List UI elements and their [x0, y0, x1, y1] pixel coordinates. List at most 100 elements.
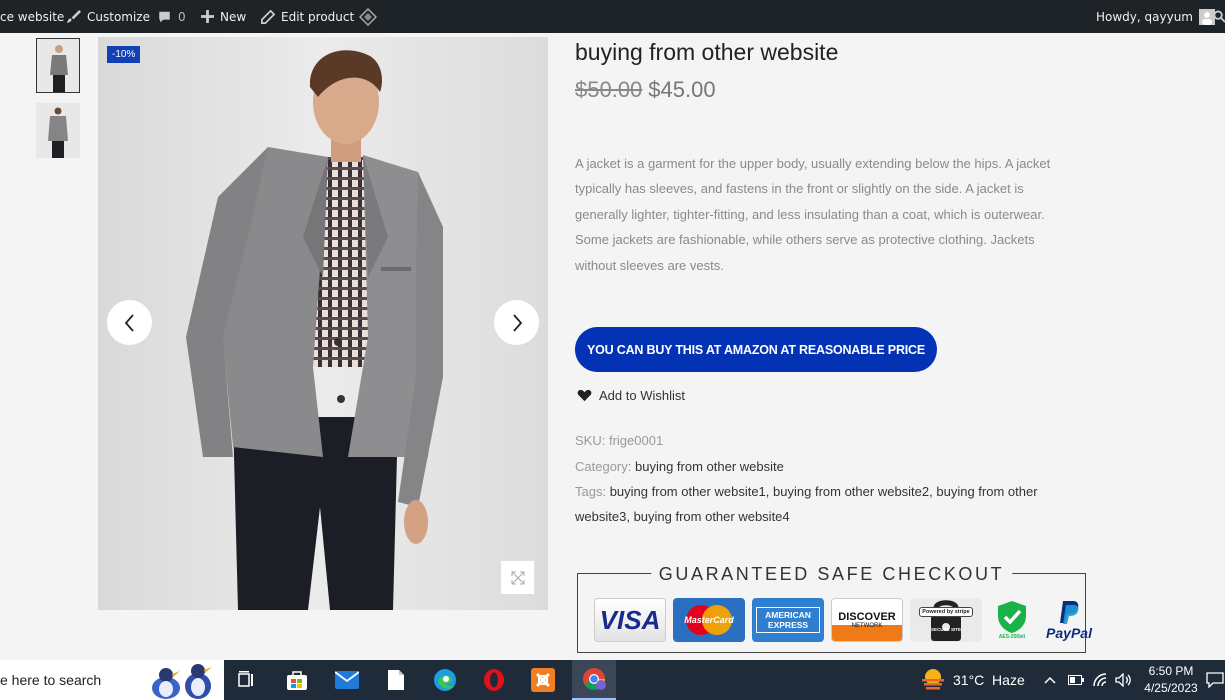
opera-browser-button[interactable]	[479, 666, 509, 694]
penguins-illustration-icon	[152, 664, 212, 699]
brush-icon	[66, 9, 81, 24]
store-button[interactable]	[282, 666, 312, 694]
jacket-thumbnail-image	[37, 39, 79, 92]
site-name-label: ce website	[0, 9, 65, 24]
payment-logos: VISA MasterCard AMERICAN EXPRESS DISCOVE…	[594, 598, 1096, 642]
search-icon	[1213, 10, 1225, 23]
battery-status[interactable]	[1064, 666, 1088, 694]
clock-time: 6:50 PM	[1148, 664, 1194, 678]
notification-icon	[1206, 672, 1224, 688]
paypal-logo: PayPal	[1042, 598, 1096, 642]
edit-product-link[interactable]: Edit product	[261, 0, 354, 33]
weather-text: 31°C Haze	[953, 672, 1025, 688]
product-title: buying from other website	[575, 39, 839, 65]
product-tags: Tags: buying from other website1, buying…	[575, 484, 1038, 524]
site-name-link[interactable]: ce website	[0, 0, 64, 33]
mastercard-logo-text: MasterCard	[684, 615, 734, 625]
tag-link[interactable]: buying from other website4	[634, 509, 790, 524]
notepad-button[interactable]	[381, 666, 411, 694]
document-icon	[388, 670, 404, 690]
tag-link[interactable]: buying from other website2	[773, 484, 929, 499]
edge-icon	[434, 669, 456, 691]
chrome-icon	[583, 668, 606, 691]
prev-image-button[interactable]	[107, 300, 152, 345]
product-price: $50.00 $45.00	[575, 77, 716, 103]
discount-badge: -10%	[107, 46, 141, 63]
admin-search[interactable]	[1213, 0, 1225, 33]
amex-logo-text: AMERICAN EXPRESS	[756, 607, 820, 633]
shield-check-icon	[998, 601, 1026, 633]
customize-link[interactable]: Customize	[66, 0, 150, 33]
windows-taskbar: e here to search 31°C Haze 6:50 PM 4/25/…	[0, 660, 1225, 700]
product-sku: SKU: frige0001	[575, 428, 1095, 453]
mail-icon	[335, 671, 359, 689]
old-price: $50.00	[575, 77, 643, 102]
customize-label: Customize	[87, 9, 150, 24]
chevron-right-icon	[512, 313, 522, 332]
pencil-icon	[261, 9, 275, 24]
sale-price: $45.00	[648, 77, 716, 102]
howdy-label: Howdy, qayyum	[1096, 9, 1193, 24]
diamond-icon	[359, 7, 377, 26]
sku-label: SKU:	[575, 433, 606, 448]
search-placeholder: e here to search	[0, 672, 102, 688]
discover-logo-text: DISCOVER	[838, 611, 896, 623]
secure-site-text: SECURE SITE	[930, 626, 961, 632]
chrome-browser-button[interactable]	[572, 660, 616, 700]
next-image-button[interactable]	[494, 300, 539, 345]
expand-icon	[511, 571, 524, 584]
paypal-icon	[1060, 601, 1079, 624]
edge-browser-button[interactable]	[430, 666, 460, 694]
notifications-button[interactable]	[1205, 666, 1225, 694]
product-page: -10% buying from other website $50.00 $45…	[0, 33, 1225, 660]
sku-value: frige0001	[608, 433, 664, 448]
tag-link[interactable]: buying from other website1	[610, 484, 766, 499]
visa-logo-text: VISA	[599, 604, 661, 635]
xampp-icon	[531, 668, 555, 692]
battery-icon	[1068, 675, 1084, 685]
xampp-button[interactable]	[528, 666, 558, 694]
opera-icon	[484, 669, 504, 691]
task-view-button[interactable]	[232, 666, 262, 694]
comments-link[interactable]: 0	[157, 0, 186, 33]
wishlist-label: Add to Wishlist	[599, 388, 685, 403]
clock[interactable]: 6:50 PM 4/25/2023	[1140, 663, 1202, 697]
chevron-up-icon	[1044, 676, 1056, 684]
add-to-wishlist-link[interactable]: Add to Wishlist	[577, 388, 685, 403]
howdy-account[interactable]: Howdy, qayyum	[1096, 0, 1215, 33]
safe-checkout-box: GUARANTEED SAFE CHECKOUT VISA MasterCard…	[577, 564, 1092, 653]
category-link[interactable]: buying from other website	[635, 459, 784, 474]
edit-product-label: Edit product	[281, 9, 355, 24]
product-main-image[interactable]: -10%	[98, 37, 548, 610]
stripe-logo-text: Powered by stripe	[919, 606, 973, 617]
product-category: Category: buying from other website	[575, 454, 1095, 479]
wifi-icon	[1093, 673, 1107, 687]
heart-icon	[577, 389, 592, 402]
new-link[interactable]: New	[201, 0, 246, 33]
visa-logo: VISA	[594, 598, 666, 642]
clock-date: 4/25/2023	[1144, 681, 1198, 695]
network-status[interactable]	[1089, 666, 1113, 694]
comment-icon	[159, 11, 170, 22]
discover-network-text: NETWORK	[851, 623, 883, 629]
volume-control[interactable]	[1112, 666, 1136, 694]
show-hidden-icons-button[interactable]	[1038, 666, 1062, 694]
buy-at-amazon-button[interactable]: YOU CAN BUY THIS AT AMAZON AT REASONABLE…	[575, 327, 937, 372]
taskbar-search[interactable]: e here to search	[0, 660, 224, 700]
mail-button[interactable]	[332, 666, 362, 694]
thumbnail-1[interactable]	[36, 38, 80, 93]
jacket-model-illustration	[98, 37, 548, 610]
safe-checkout-heading: GUARANTEED SAFE CHECKOUT	[650, 564, 1013, 585]
admin-bar: ce website Customize 0 New Edit product …	[0, 0, 1225, 33]
zoom-button[interactable]	[500, 560, 535, 595]
tags-label: Tags:	[575, 484, 607, 499]
aes-shield-logo: AES-256bit	[989, 598, 1035, 642]
task-view-icon	[238, 671, 253, 687]
paypal-logo-text: PayPal	[1046, 625, 1092, 641]
plus-icon	[201, 10, 214, 23]
stripe-secure-logo: Powered by stripe SECURE SITE	[910, 598, 982, 642]
speaker-icon	[1115, 673, 1131, 687]
diamond-menu[interactable]	[359, 0, 377, 33]
thumbnail-2[interactable]	[36, 103, 80, 158]
haze-weather-icon	[922, 669, 944, 690]
